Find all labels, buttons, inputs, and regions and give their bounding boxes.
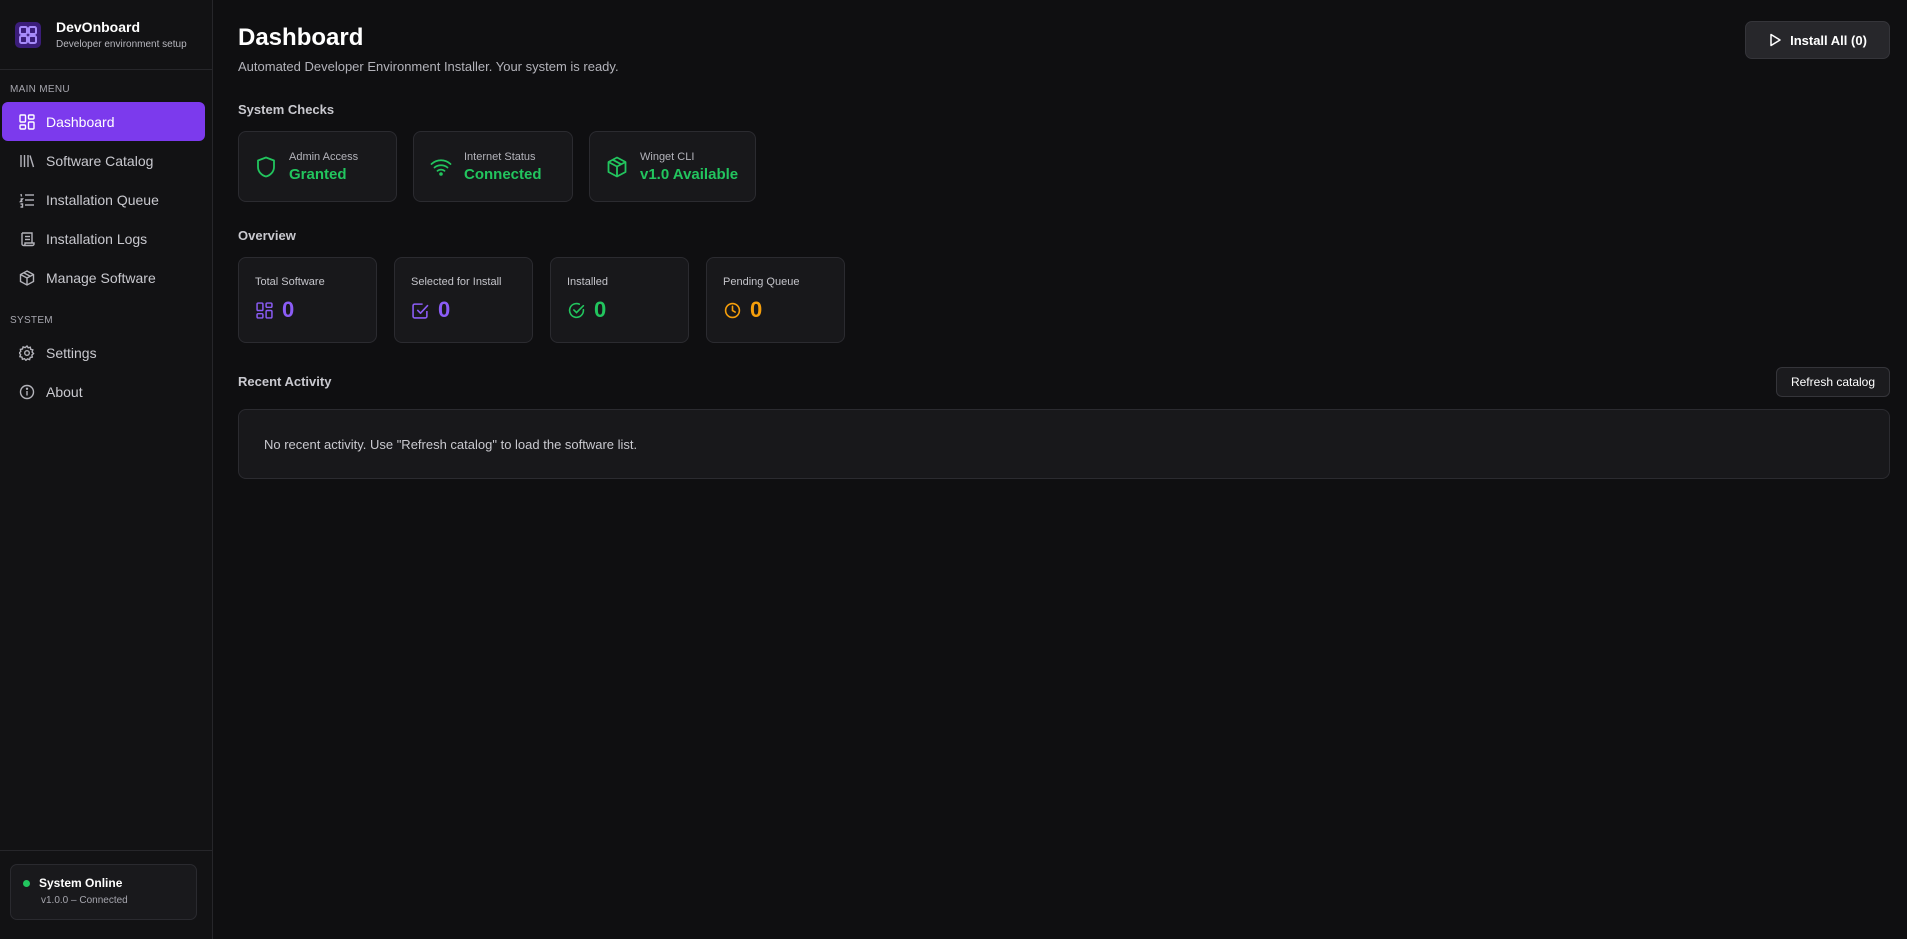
check-card-winget: Winget CLI v1.0 Available	[589, 131, 756, 202]
stat-label: Selected for Install	[411, 276, 502, 288]
sidebar-item-manage-software[interactable]: Manage Software	[2, 258, 205, 297]
info-icon	[18, 383, 36, 401]
sidebar-item-label: Installation Queue	[46, 191, 159, 208]
status-dot-icon	[23, 879, 30, 887]
wifi-icon	[430, 156, 452, 178]
system-checks: Admin Access Granted Internet Status Con…	[238, 131, 772, 202]
overview-title: Overview	[238, 228, 296, 243]
app-subtitle: Developer environment setup	[56, 39, 187, 50]
stat-value: 0	[750, 297, 763, 322]
library-icon	[18, 152, 36, 170]
stat-label: Installed	[567, 276, 608, 288]
check-circle-icon	[567, 301, 585, 319]
gear-icon	[18, 344, 36, 362]
stat-card-installed: Installed 0	[550, 257, 689, 343]
system-menu: Settings About	[2, 333, 205, 411]
sidebar-item-software-catalog[interactable]: Software Catalog	[2, 141, 205, 180]
recent-activity-panel: No recent activity. Use "Refresh catalog…	[238, 409, 1890, 479]
package-icon	[18, 269, 36, 287]
shield-icon	[255, 156, 277, 178]
main-menu: Dashboard Software Catalog Installation …	[2, 102, 205, 297]
grid-icon	[14, 21, 42, 49]
checkbox-icon	[411, 301, 429, 319]
overview-stats: Total Software 0 Selected for Install 0	[238, 257, 862, 343]
main-content: Dashboard Automated Developer Environmen…	[213, 0, 1907, 939]
check-value: v1.0 Available	[640, 165, 739, 183]
sidebar-item-label: Manage Software	[46, 269, 156, 286]
stat-value: 0	[282, 297, 295, 322]
scroll-icon	[18, 230, 36, 248]
stat-card-pending: Pending Queue 0	[706, 257, 845, 343]
list-ordered-icon	[18, 191, 36, 209]
stat-card-total: Total Software 0	[238, 257, 377, 343]
check-label: Admin Access	[289, 150, 359, 163]
stat-label: Total Software	[255, 276, 325, 288]
page-subtitle: Automated Developer Environment Installe…	[238, 59, 619, 74]
recent-activity-title: Recent Activity	[238, 374, 332, 389]
sidebar-item-dashboard[interactable]: Dashboard	[2, 102, 205, 141]
dashboard-icon	[18, 113, 36, 131]
check-value: Connected	[464, 165, 542, 183]
main-menu-label: MAIN MENU	[10, 84, 70, 95]
status-title: System Online	[39, 876, 123, 890]
sidebar-item-label: Settings	[46, 344, 97, 361]
check-card-internet: Internet Status Connected	[413, 131, 573, 202]
refresh-catalog-button[interactable]: Refresh catalog	[1776, 367, 1890, 397]
sidebar-item-about[interactable]: About	[2, 372, 205, 411]
install-all-label: Install All (0)	[1790, 32, 1867, 48]
check-label: Internet Status	[464, 150, 536, 163]
stat-card-selected: Selected for Install 0	[394, 257, 533, 343]
sidebar-divider	[0, 850, 213, 851]
sidebar-item-label: Installation Logs	[46, 230, 148, 247]
clock-icon	[723, 301, 741, 319]
sidebar-item-label: Dashboard	[46, 113, 115, 130]
check-card-admin: Admin Access Granted	[238, 131, 397, 202]
app-title: DevOnboard	[56, 19, 141, 35]
box-icon	[606, 156, 628, 178]
sidebar-item-installation-queue[interactable]: Installation Queue	[2, 180, 205, 219]
status-subtitle: v1.0.0 – Connected	[41, 895, 128, 906]
brand: DevOnboard Developer environment setup	[0, 0, 212, 70]
dashboard-icon	[255, 301, 273, 319]
stat-value: 0	[438, 297, 451, 322]
system-status: System Online v1.0.0 – Connected	[10, 864, 197, 920]
system-checks-title: System Checks	[238, 102, 335, 117]
sidebar: DevOnboard Developer environment setup M…	[0, 0, 213, 939]
page-title: Dashboard	[238, 24, 364, 51]
play-icon	[1768, 33, 1782, 47]
stat-value: 0	[594, 297, 607, 322]
sidebar-item-installation-logs[interactable]: Installation Logs	[2, 219, 205, 258]
system-menu-label: SYSTEM	[10, 315, 53, 326]
check-value: Granted	[289, 165, 347, 183]
sidebar-item-label: Software Catalog	[46, 152, 154, 169]
stat-label: Pending Queue	[723, 276, 800, 288]
check-label: Winget CLI	[640, 150, 695, 163]
install-all-button[interactable]: Install All (0)	[1745, 21, 1890, 59]
sidebar-item-settings[interactable]: Settings	[2, 333, 205, 372]
empty-activity-message: No recent activity. Use "Refresh catalog…	[264, 436, 638, 452]
sidebar-item-label: About	[46, 383, 83, 400]
